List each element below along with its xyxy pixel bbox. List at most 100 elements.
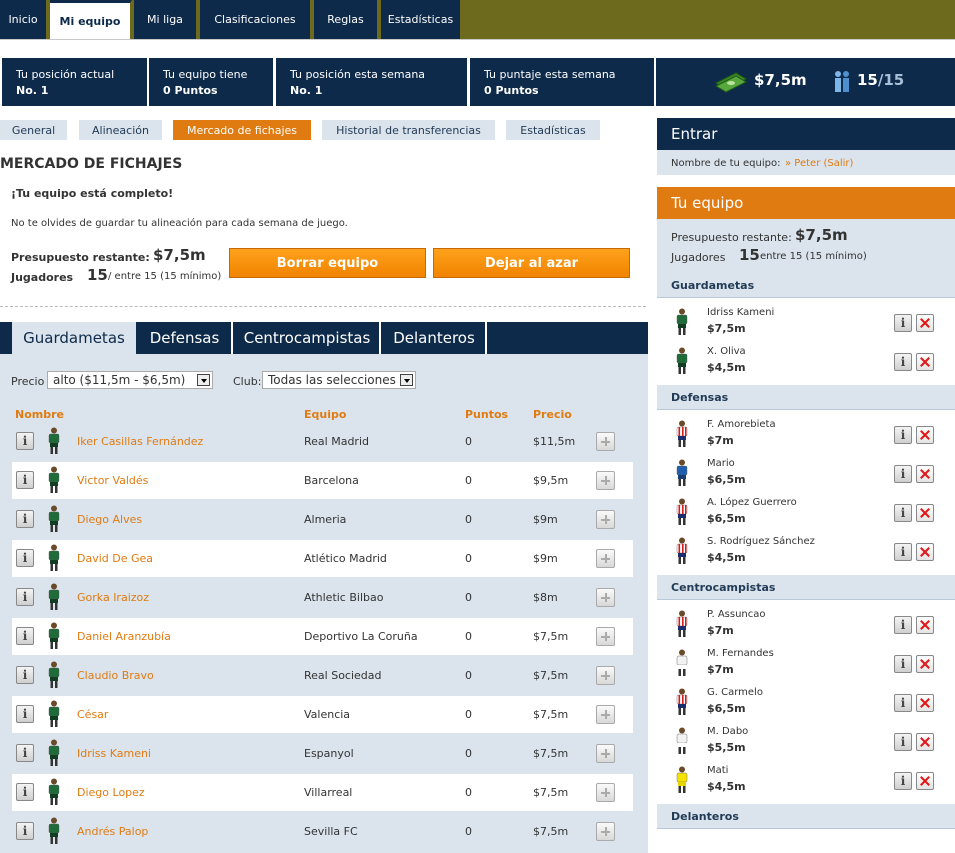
info-button[interactable]: i bbox=[894, 465, 912, 483]
player-name-link[interactable]: Iker Casillas Fernández bbox=[77, 435, 203, 448]
player-team: Almeria bbox=[304, 513, 347, 526]
info-button[interactable]: i bbox=[16, 588, 34, 606]
tab-defensas[interactable]: Defensas bbox=[138, 322, 233, 354]
info-button[interactable]: i bbox=[16, 744, 34, 762]
status-bar: Tu posición actual No. 1 Tu equipo tiene… bbox=[0, 58, 955, 106]
info-button[interactable]: i bbox=[894, 314, 912, 332]
player-name-link[interactable]: Daniel Aranzubía bbox=[77, 630, 171, 643]
team-name-label: Nombre de tu equipo: bbox=[671, 158, 781, 169]
subtab-mercado[interactable]: Mercado de fichajes bbox=[173, 120, 311, 140]
add-player-button[interactable] bbox=[596, 666, 615, 685]
nav-tab-estadisticas[interactable]: Estadísticas bbox=[381, 0, 462, 39]
info-button[interactable]: i bbox=[16, 666, 34, 684]
add-player-button[interactable] bbox=[596, 588, 615, 607]
player-points: 0 bbox=[465, 708, 472, 721]
nav-tab-mi-equipo[interactable]: Mi equipo bbox=[50, 0, 132, 39]
add-player-button[interactable] bbox=[596, 822, 615, 841]
sidebar-section-header: Centrocampistas bbox=[657, 575, 955, 600]
remove-player-button[interactable] bbox=[916, 426, 934, 444]
players-icon bbox=[835, 71, 849, 92]
info-button[interactable]: i bbox=[894, 655, 912, 673]
info-button[interactable]: i bbox=[16, 471, 34, 489]
info-button[interactable]: i bbox=[894, 353, 912, 371]
tab-centrocampistas[interactable]: Centrocampistas bbox=[235, 322, 381, 354]
tab-guardametas[interactable]: Guardametas bbox=[12, 322, 136, 354]
info-button[interactable]: i bbox=[894, 543, 912, 561]
sidebar-player-price: $5,5m bbox=[707, 741, 746, 754]
budget-label: Presupuesto restante: bbox=[11, 251, 150, 264]
remove-player-button[interactable] bbox=[916, 772, 934, 790]
info-button[interactable]: i bbox=[894, 616, 912, 634]
stat-team-points: Tu equipo tiene 0 Puntos bbox=[149, 58, 273, 106]
remove-player-button[interactable] bbox=[916, 694, 934, 712]
player-name-link[interactable]: Gorka Iraizoz bbox=[77, 591, 149, 604]
side-players-value: 15 bbox=[739, 246, 760, 264]
info-button[interactable]: i bbox=[894, 694, 912, 712]
player-team: Barcelona bbox=[304, 474, 359, 487]
table-row: i Andrés Palop Sevilla FC 0 $7,5m bbox=[12, 813, 633, 850]
price-filter-label: Precio bbox=[11, 375, 45, 388]
nav-tab-inicio[interactable]: Inicio bbox=[0, 0, 48, 39]
stat-value: No. 1 bbox=[16, 84, 49, 97]
add-player-button[interactable] bbox=[596, 432, 615, 451]
add-player-button[interactable] bbox=[596, 471, 615, 490]
side-budget-value: $7,5m bbox=[795, 226, 848, 244]
subtab-estadisticas[interactable]: Estadísticas bbox=[506, 120, 600, 140]
info-button[interactable]: i bbox=[16, 510, 34, 528]
player-name-link[interactable]: Diego Alves bbox=[77, 513, 142, 526]
info-button[interactable]: i bbox=[16, 432, 34, 450]
clear-team-button[interactable]: Borrar equipo bbox=[229, 248, 426, 278]
remove-player-button[interactable] bbox=[916, 465, 934, 483]
player-icon bbox=[674, 766, 690, 794]
remove-player-button[interactable] bbox=[916, 353, 934, 371]
players-count: 15/15 bbox=[857, 71, 904, 89]
info-button[interactable]: i bbox=[16, 822, 34, 840]
add-player-button[interactable] bbox=[596, 510, 615, 529]
remove-player-button[interactable] bbox=[916, 733, 934, 751]
player-icon bbox=[46, 739, 62, 767]
info-button[interactable]: i bbox=[894, 733, 912, 751]
remove-player-button[interactable] bbox=[916, 543, 934, 561]
info-button[interactable]: i bbox=[16, 783, 34, 801]
subtab-historial[interactable]: Historial de transferencias bbox=[322, 120, 495, 140]
info-button[interactable]: i bbox=[894, 772, 912, 790]
info-button[interactable]: i bbox=[16, 705, 34, 723]
add-player-button[interactable] bbox=[596, 627, 615, 646]
subtab-general[interactable]: General bbox=[0, 120, 67, 140]
info-button[interactable]: i bbox=[16, 627, 34, 645]
remove-player-button[interactable] bbox=[916, 616, 934, 634]
player-team: Real Madrid bbox=[304, 435, 369, 448]
player-name-link[interactable]: Andrés Palop bbox=[77, 825, 148, 838]
info-button[interactable]: i bbox=[894, 504, 912, 522]
remove-player-button[interactable] bbox=[916, 314, 934, 332]
info-button[interactable]: i bbox=[16, 549, 34, 567]
player-name-link[interactable]: David De Gea bbox=[77, 552, 153, 565]
position-tabs: Guardametas Defensas Centrocampistas Del… bbox=[0, 322, 648, 354]
add-player-button[interactable] bbox=[596, 705, 615, 724]
random-team-button[interactable]: Dejar al azar bbox=[433, 248, 630, 278]
add-player-button[interactable] bbox=[596, 744, 615, 763]
nav-tab-reglas[interactable]: Reglas bbox=[314, 0, 379, 39]
club-filter-select[interactable]: Todas las selecciones bbox=[262, 371, 416, 389]
player-name-link[interactable]: Diego Lopez bbox=[77, 786, 145, 799]
sidebar-player-name: Mati bbox=[707, 765, 729, 776]
remove-player-button[interactable] bbox=[916, 655, 934, 673]
price-filter-select[interactable]: alto ($11,5m - $6,5m) bbox=[47, 371, 213, 389]
my-team-header: Tu equipo bbox=[657, 187, 955, 219]
nav-tab-clasificaciones[interactable]: Clasificaciones bbox=[200, 0, 312, 39]
remove-player-button[interactable] bbox=[916, 504, 934, 522]
info-button[interactable]: i bbox=[894, 426, 912, 444]
player-name-link[interactable]: Victor Valdés bbox=[77, 474, 148, 487]
team-name-link[interactable]: » Peter (Salir) bbox=[785, 158, 853, 169]
nav-tab-mi-liga[interactable]: Mi liga bbox=[134, 0, 198, 39]
player-name-link[interactable]: Idriss Kameni bbox=[77, 747, 151, 760]
subtab-alineacion[interactable]: Alineación bbox=[79, 120, 162, 140]
player-name-link[interactable]: Claudio Bravo bbox=[77, 669, 154, 682]
tab-delanteros[interactable]: Delanteros bbox=[383, 322, 487, 354]
add-player-button[interactable] bbox=[596, 549, 615, 568]
sidebar-player: M. Dabo $5,5m i bbox=[657, 722, 955, 761]
player-name-link[interactable]: César bbox=[77, 708, 108, 721]
add-player-button[interactable] bbox=[596, 783, 615, 802]
column-team: Equipo bbox=[304, 408, 347, 421]
player-price: $7,5m bbox=[533, 747, 569, 760]
